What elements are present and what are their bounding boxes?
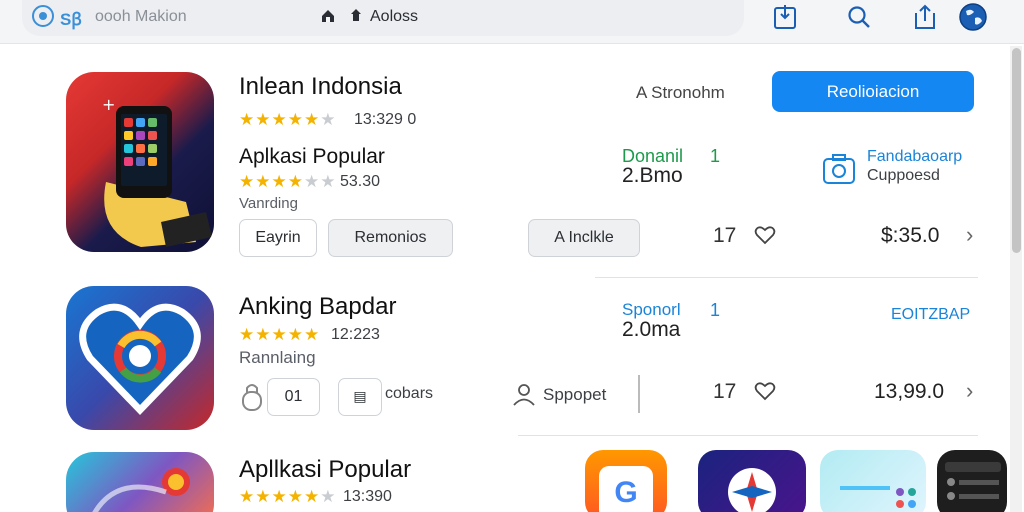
app-size: 2.0ma (622, 318, 681, 341)
globe-icon[interactable] (958, 2, 988, 32)
brand-code: Sꞵ (60, 10, 83, 29)
tab-title[interactable]: Aoloss (370, 8, 418, 26)
chevron-right-icon[interactable]: › (966, 378, 973, 404)
home-icon[interactable] (320, 8, 336, 24)
rating-count: 12:223 (331, 326, 380, 343)
lock-icon (242, 384, 262, 411)
like-count: 17 (713, 380, 737, 403)
version-button[interactable]: 01 (267, 378, 320, 416)
reminders-button[interactable]: Remonios (328, 219, 453, 257)
primary-action-button[interactable]: Reolioiacion (772, 71, 974, 112)
feature-label: EOITZBAP (891, 306, 971, 323)
price: $:35.0 (881, 224, 940, 247)
app-title[interactable]: Anking Bapdar (239, 293, 396, 321)
app-title[interactable]: Inlean Indonsia (239, 73, 402, 101)
feature-sublabel: Cuppoesd (867, 167, 940, 184)
secondary-link[interactable]: A Stronohm (636, 83, 725, 103)
heart-icon[interactable] (754, 380, 776, 402)
brand-text: oooh Makion (95, 8, 187, 25)
heart-icon[interactable] (754, 224, 776, 246)
row-divider (518, 435, 978, 436)
top-bar: Sꞵ oooh Makion Aoloss (0, 0, 1024, 44)
support-label[interactable]: Sppopet (543, 385, 606, 405)
app-size: 2.Bmo (622, 164, 683, 187)
app-icon-colorful[interactable] (66, 452, 214, 512)
document-icon[interactable]: ▤ (338, 378, 382, 416)
scrollbar-thumb[interactable] (1012, 48, 1021, 253)
screenshot-thumb-2[interactable] (698, 450, 806, 512)
svg-text:G: G (614, 476, 637, 509)
app-title[interactable]: Apllkasi Popular (239, 456, 411, 484)
download-count: 1 (710, 146, 721, 166)
covers-label[interactable]: cobars (385, 385, 433, 403)
app-icon-phone[interactable]: + (66, 72, 214, 252)
chevron-right-icon[interactable]: › (966, 222, 973, 248)
camera-icon (823, 154, 855, 184)
sponsored-label: Sponorl (622, 300, 681, 319)
rating-count: 13:390 (343, 488, 392, 505)
brand-logo-icon (32, 5, 54, 27)
rating-stars: ★★★★★★ (239, 110, 337, 129)
sponsored-count: 1 (710, 300, 721, 320)
rating-stars: ★★★★★★ (239, 487, 337, 506)
row-divider (595, 277, 978, 278)
app-icon-heart[interactable] (66, 286, 214, 430)
rating-stars: ★★★★★ (239, 325, 321, 344)
feature-label: Fandabaoarp (867, 148, 963, 165)
screenshot-thumb-3[interactable] (820, 450, 926, 512)
category-label: Rannlaing (239, 348, 316, 367)
like-count: 17 (713, 224, 737, 247)
category-label: Vanrding (239, 195, 298, 212)
user-icon (513, 384, 535, 406)
earn-button[interactable]: Eayrin (239, 219, 317, 257)
support-separator (638, 375, 640, 413)
rating-count: 13:329 0 (354, 111, 417, 128)
screenshot-thumb-4[interactable] (937, 450, 1007, 512)
subtitle-rating: 53.30 (340, 173, 381, 190)
price: 13,99.0 (874, 380, 945, 403)
store-icon[interactable] (348, 7, 364, 23)
screenshot-thumb-1[interactable]: G (585, 450, 667, 512)
include-button[interactable]: A Inclkle (528, 219, 640, 257)
search-icon[interactable] (846, 4, 872, 30)
share-icon[interactable] (912, 4, 938, 30)
bookmark-icon[interactable] (772, 4, 798, 30)
svg-text:+: + (102, 95, 115, 114)
app-subtitle[interactable]: Aplkasi Popular (239, 145, 385, 169)
subtitle-stars: ★★★★★★ (239, 172, 337, 191)
